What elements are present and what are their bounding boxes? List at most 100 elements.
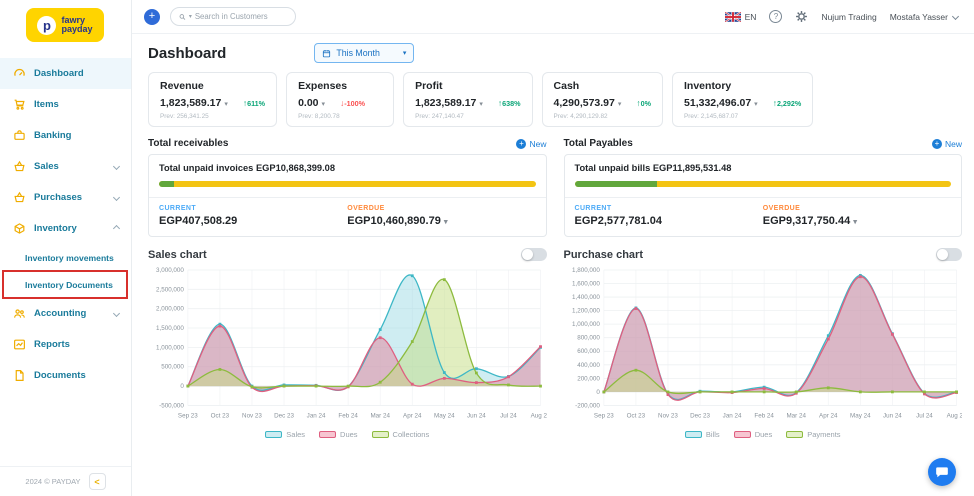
kpi-title: Inventory: [684, 80, 801, 92]
payables-panel: Total Payables + New Total unpaid bills …: [564, 138, 963, 237]
kpi-card-cash: Cash 4,290,573.97 ▾ ↑0% Prev: 4,290,129.…: [542, 72, 663, 127]
payables-title: Total Payables: [564, 138, 633, 149]
svg-text:Apr 24: Apr 24: [819, 412, 838, 419]
search-box[interactable]: ▾: [170, 7, 296, 26]
kpi-previous-value: Prev: 247,140.47: [415, 113, 520, 120]
gear-icon: [795, 10, 808, 23]
new-label: New: [529, 139, 546, 149]
svg-text:1,400,000: 1,400,000: [572, 294, 600, 301]
svg-text:Nov 23: Nov 23: [242, 412, 262, 419]
legend-item-dues[interactable]: Dues: [734, 430, 773, 439]
kpi-card-inventory: Inventory 51,332,496.07 ▾ ↑2,292% Prev: …: [672, 72, 813, 127]
legend-swatch: [372, 431, 389, 438]
chart-title: Purchase chart: [564, 249, 643, 261]
kpi-title: Revenue: [160, 80, 265, 92]
legend-item-payments[interactable]: Payments: [786, 430, 840, 439]
legend-item-dues[interactable]: Dues: [319, 430, 358, 439]
kpi-title: Expenses: [298, 80, 382, 92]
topbar: + ▾ EN ?: [132, 0, 974, 34]
legend-item-sales[interactable]: Sales: [265, 430, 305, 439]
sidebar-item-items[interactable]: Items: [0, 89, 131, 120]
svg-text:Jan 24: Jan 24: [722, 412, 741, 419]
language-selector[interactable]: EN: [725, 12, 757, 22]
kpi-caret-icon[interactable]: ▾: [224, 100, 228, 108]
svg-text:2,500,000: 2,500,000: [156, 286, 184, 293]
brand-logo-text: fawry payday: [61, 16, 92, 35]
sidebar-subitem-label: Inventory movements: [25, 253, 114, 263]
svg-text:Feb 24: Feb 24: [338, 412, 358, 419]
search-scope-caret-icon[interactable]: ▾: [189, 13, 192, 20]
sidebar-item-inventory[interactable]: Inventory: [0, 213, 131, 244]
sidebar-item-purchases[interactable]: Purchases: [0, 182, 131, 213]
sidebar-item-label: Reports: [34, 339, 70, 350]
sidebar-item-documents[interactable]: Documents: [0, 360, 131, 391]
kpi-card-revenue: Revenue 1,823,589.17 ▾ ↑611% Prev: 256,3…: [148, 72, 277, 127]
search-input[interactable]: [195, 12, 287, 21]
payables-card: Total unpaid bills EGP11,895,531.48 CURR…: [564, 154, 963, 237]
kpi-value: 4,290,573.97: [554, 97, 615, 109]
overdue-caret-icon[interactable]: ▾: [853, 217, 857, 226]
chart-toggle-switch[interactable]: [936, 248, 962, 261]
main-area: + ▾ EN ?: [132, 0, 974, 496]
user-menu[interactable]: Mostafa Yasser: [890, 12, 960, 22]
search-icon: [179, 13, 186, 21]
receivables-title: Total receivables: [148, 138, 228, 149]
svg-text:Oct 23: Oct 23: [626, 412, 645, 419]
svg-text:-200,000: -200,000: [575, 402, 600, 409]
sidebar-item-sales[interactable]: Sales: [0, 151, 131, 182]
svg-text:Sep 23: Sep 23: [178, 412, 198, 419]
topbar-right: EN ? Nujum Trading Mostafa Yass: [725, 10, 960, 23]
sidebar-item-label: Sales: [34, 161, 59, 172]
svg-text:1,200,000: 1,200,000: [572, 308, 600, 315]
svg-text:1,500,000: 1,500,000: [156, 325, 184, 332]
calendar-icon: [322, 49, 331, 58]
basket-icon: [13, 160, 26, 173]
receivables-new-button[interactable]: + New: [516, 139, 546, 149]
briefcase-icon: [13, 129, 26, 142]
svg-text:Mar 24: Mar 24: [370, 412, 390, 419]
sidebar-item-reports[interactable]: Reports: [0, 329, 131, 360]
overdue-caret-icon[interactable]: ▾: [444, 217, 448, 226]
kpi-caret-icon[interactable]: ▾: [754, 100, 758, 108]
chevron-down-icon: [113, 194, 120, 201]
sidebar-footer: 2024 © PAYDAY <: [0, 466, 131, 496]
receivables-panel: Total receivables + New Total unpaid inv…: [148, 138, 547, 237]
legend-label: Sales: [286, 430, 305, 439]
sidebar-item-banking[interactable]: Banking: [0, 120, 131, 151]
sidebar-subitem-inventory-documents[interactable]: Inventory Documents: [0, 271, 131, 298]
kpi-delta: ↑0%: [636, 98, 651, 108]
help-icon: ?: [769, 10, 782, 23]
copyright-text: 2024 © PAYDAY: [25, 477, 80, 486]
quick-add-button[interactable]: +: [144, 9, 160, 25]
kpi-caret-icon[interactable]: ▾: [322, 100, 326, 108]
chart-legend: Bills Dues Payments: [564, 430, 963, 439]
sales-chart-plot: -500,0000500,0001,000,0001,500,0002,000,…: [148, 262, 547, 429]
svg-text:600,000: 600,000: [577, 348, 600, 355]
kpi-caret-icon[interactable]: ▾: [479, 100, 483, 108]
chevron-down-icon: [113, 310, 120, 317]
period-selector[interactable]: This Month ▾: [314, 43, 414, 63]
sidebar-collapse-button[interactable]: <: [89, 473, 106, 490]
svg-text:Feb 24: Feb 24: [754, 412, 774, 419]
plus-circle-icon: +: [932, 139, 942, 149]
sidebar-item-dashboard[interactable]: Dashboard: [0, 58, 131, 89]
help-button[interactable]: ?: [769, 10, 782, 23]
chevron-down-icon: [113, 163, 120, 170]
svg-text:Jul 24: Jul 24: [500, 412, 517, 419]
svg-text:Dec 23: Dec 23: [274, 412, 294, 419]
chat-launcher-button[interactable]: [928, 458, 956, 486]
settings-button[interactable]: [795, 10, 808, 23]
dashboard-content: Dashboard This Month ▾ Revenue 1,823,589…: [132, 34, 974, 496]
legend-item-collections[interactable]: Collections: [372, 430, 430, 439]
svg-text:1,800,000: 1,800,000: [572, 267, 600, 274]
charts-row: Sales chart -500,0000500,0001,000,0001,5…: [148, 248, 962, 439]
kpi-value: 0.00: [298, 97, 318, 109]
svg-text:Jun 24: Jun 24: [882, 412, 901, 419]
chart-toggle-switch[interactable]: [521, 248, 547, 261]
kpi-caret-icon[interactable]: ▾: [618, 100, 622, 108]
legend-item-bills[interactable]: Bills: [685, 430, 720, 439]
payables-new-button[interactable]: + New: [932, 139, 962, 149]
sidebar-item-accounting[interactable]: Accounting: [0, 298, 131, 329]
sidebar-subitem-inventory-movements[interactable]: Inventory movements: [0, 244, 131, 271]
brand-logo[interactable]: p fawry payday: [26, 8, 104, 42]
